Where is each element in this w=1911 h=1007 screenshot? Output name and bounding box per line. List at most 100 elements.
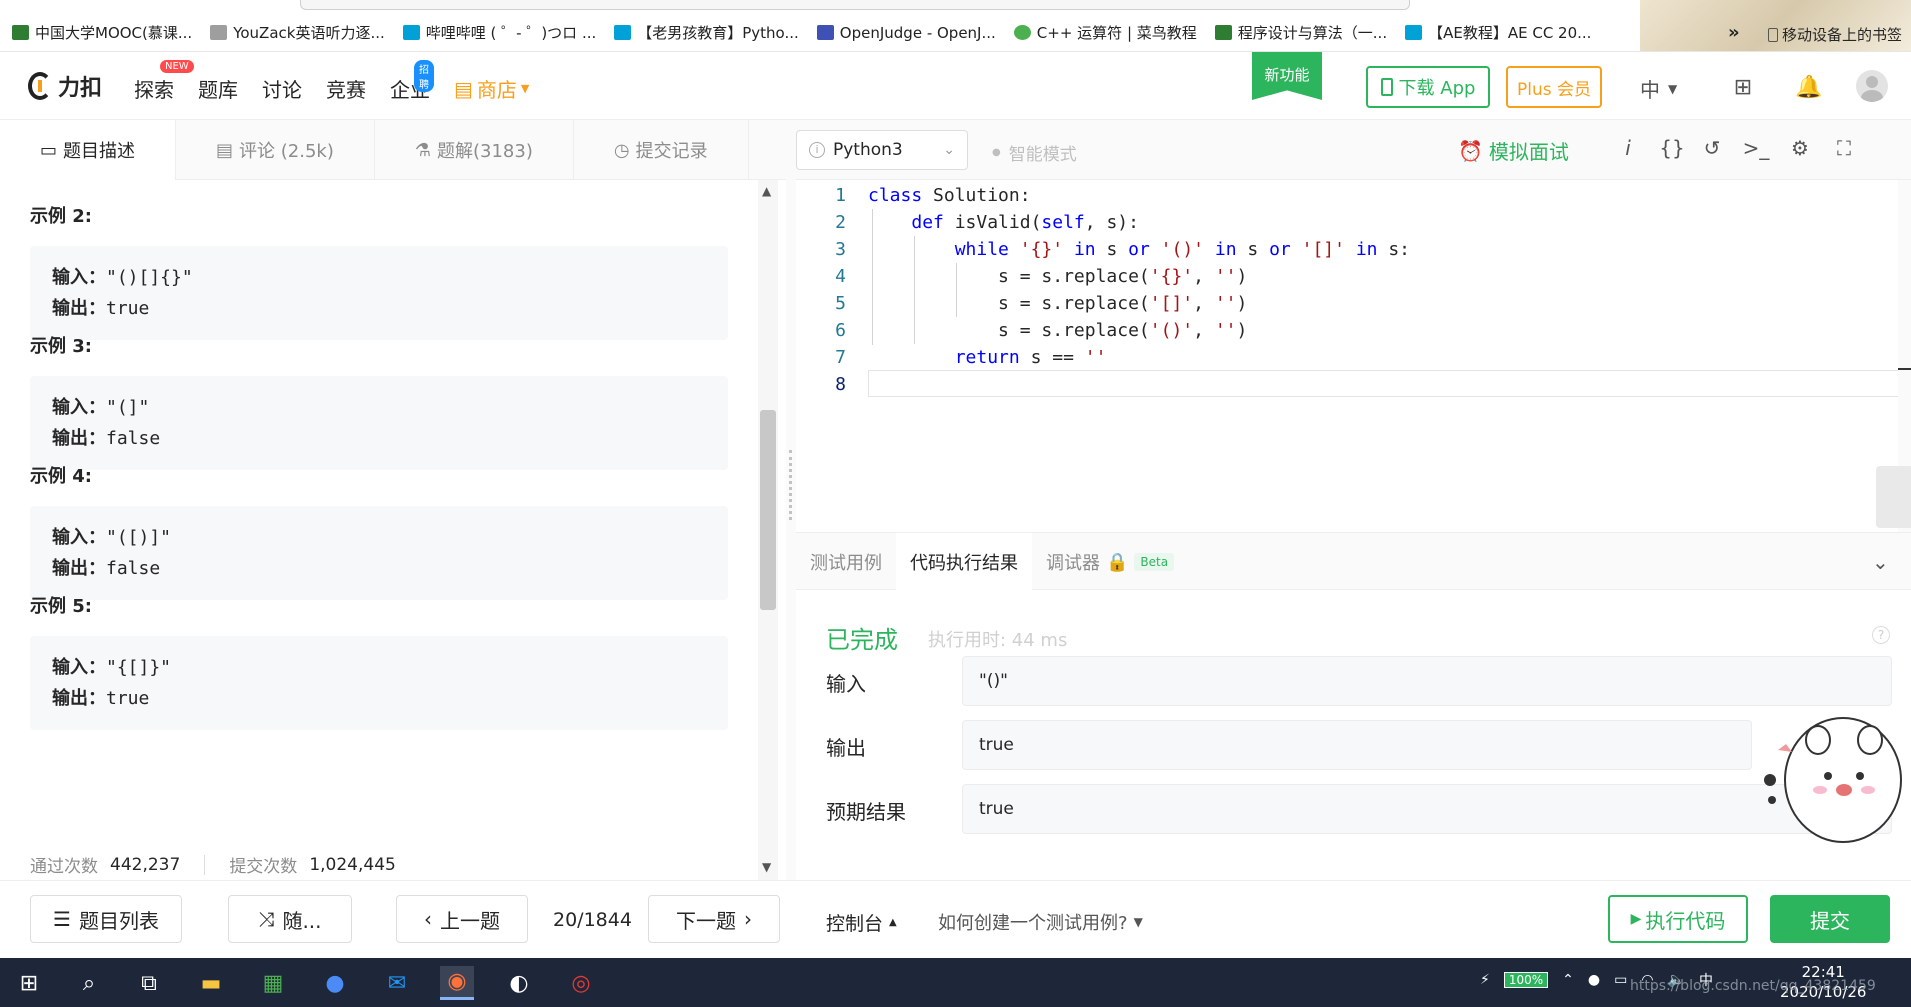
reset-icon[interactable]: ↺ [1698, 136, 1726, 160]
gear-icon[interactable]: ⚙ [1786, 136, 1814, 160]
bookmark-oldboy[interactable]: 【老男孩教育】Pytho... [614, 22, 799, 43]
network-icon[interactable]: ▭ [1614, 972, 1627, 988]
leetcode-logo[interactable]: 力扣 [28, 70, 102, 102]
code-line: 3 while '{}' in s or '()' in s or '[]' i… [835, 239, 1411, 260]
nav-explore[interactable]: 探索 NEW [134, 60, 194, 103]
bookmark-bilibili[interactable]: 哔哩哔哩 ( ゜- ゜)つロ ... [402, 22, 596, 43]
l-app-icon[interactable]: ● [318, 966, 352, 1000]
store-icon: ▤ [454, 76, 473, 101]
bookmark-openjudge[interactable]: OpenJudge - OpenJ... [816, 22, 996, 43]
bilibili-icon [614, 25, 632, 40]
address-bar-edge [300, 0, 1410, 10]
mock-interview-button[interactable]: ⏰ 模拟面试 [1458, 136, 1569, 165]
tab-comments[interactable]: ▤ 评论 (2.5k) [176, 120, 375, 180]
beta-badge: Beta [1134, 553, 1175, 571]
language-switch[interactable]: 中 ▼ [1640, 74, 1677, 103]
chevron-down-icon[interactable]: ⌄ [1872, 550, 1889, 574]
info-italic-icon[interactable]: i [1614, 136, 1642, 160]
problem-list-button[interactable]: ☰ 题目列表 [30, 895, 182, 943]
output-value: true [962, 720, 1752, 770]
nav-contest[interactable]: 竞赛 [326, 74, 366, 103]
panel-splitter[interactable] [786, 120, 796, 880]
chevron-left-icon: ‹ [424, 907, 432, 931]
bookmark-ae[interactable]: 【AE教程】AE CC 20... [1405, 22, 1591, 43]
execution-time: 执行用时: 44 ms [928, 630, 1068, 651]
mail-icon[interactable]: ✉ [380, 966, 414, 1000]
bookmark-mooc[interactable]: 中国大学MOOC(慕课... [12, 22, 192, 43]
app-icon[interactable]: ◐ [502, 966, 536, 1000]
result-status: 已完成 [826, 626, 898, 654]
scroll-down-icon[interactable]: ▼ [762, 860, 771, 874]
chevron-up-icon[interactable]: ⌃ [1562, 972, 1574, 988]
nav-problems[interactable]: 题库 [198, 74, 238, 103]
example-title: 示例 2: [30, 206, 92, 227]
chevron-right-icon: › [744, 907, 752, 931]
mobile-bookmarks[interactable]: 移动设备上的书签 [1768, 24, 1902, 45]
lock-icon: 🔒 [1106, 551, 1129, 573]
problem-index: 20/1844 [553, 909, 632, 931]
submission-stats: 通过次数 442,237 提交次数 1,024,445 [30, 854, 396, 877]
prev-problem-button[interactable]: ‹ 上一题 [396, 895, 528, 943]
smart-mode-toggle[interactable]: ● 智能模式 [992, 140, 1077, 165]
divider [204, 854, 206, 875]
code-editor[interactable]: 1 class Solution: 2 def isValid(self, s):… [796, 180, 1911, 532]
avatar[interactable] [1856, 70, 1888, 102]
nav-discuss[interactable]: 讨论 [262, 74, 302, 103]
terminal-icon[interactable]: >_ [1742, 136, 1770, 160]
language-select[interactable]: i Python3 ⌄ [796, 130, 968, 170]
chevron-down-icon: ▼ [520, 82, 530, 95]
braces-icon[interactable]: {} [1658, 136, 1686, 160]
tab-testcase[interactable]: 测试用例 [796, 533, 896, 591]
bell-icon[interactable]: 🔔 [1794, 72, 1824, 102]
nav-enterprise[interactable]: 企业 招聘 [390, 60, 434, 103]
battery-indicator[interactable]: 100% [1503, 972, 1549, 988]
example-title: 示例 4: [30, 466, 92, 487]
bookmarks-more-button[interactable]: » [1728, 22, 1740, 43]
submitted-count: 1,024,445 [309, 854, 396, 875]
description-scrollbar[interactable]: ▲ ▼ [758, 180, 778, 880]
scroll-thumb[interactable] [760, 410, 776, 610]
bookmark-icon [210, 25, 228, 40]
tab-debugger[interactable]: 调试器 🔒 Beta [1032, 533, 1188, 591]
bookmark-icon [1214, 25, 1232, 40]
shuffle-icon: ⤨ [258, 907, 275, 931]
bookmark-algorithm[interactable]: 程序设计与算法（一... [1214, 22, 1387, 43]
tab-solutions[interactable]: ⚗ 题解(3183) [375, 120, 574, 180]
bookmarks-bar: 中国大学MOOC(慕课... YouZack英语听力逐... 哔哩哔哩 ( ゜-… [0, 0, 1911, 52]
run-code-button[interactable]: ▶ 执行代码 [1608, 895, 1748, 943]
random-button[interactable]: ⤨ 随... [228, 895, 352, 943]
fullscreen-icon[interactable]: ⛶ [1830, 136, 1858, 160]
example-box: 输入："([)]" 输出：false [30, 506, 728, 600]
tab-submissions[interactable]: ◷ 提交记录 [574, 120, 749, 180]
openjudge-icon [816, 25, 834, 40]
help-icon[interactable]: ? [1872, 626, 1890, 644]
firefox-icon[interactable]: ◉ [440, 966, 474, 1000]
download-app-button[interactable]: 下载 App [1366, 66, 1490, 108]
tab-description[interactable]: ▭ 题目描述 [0, 120, 177, 180]
submit-button[interactable]: 提交 [1770, 895, 1890, 943]
example-box: 输入："(]" 输出：false [30, 376, 728, 470]
next-problem-button[interactable]: 下一题 › [648, 895, 780, 943]
plus-member-button[interactable]: Plus 会员 [1506, 66, 1602, 108]
tab-result[interactable]: 代码执行结果 [896, 533, 1032, 591]
windows-start-icon[interactable]: ⊞ [12, 966, 46, 1000]
search-icon[interactable]: ⌕ [72, 966, 106, 1000]
nav-store[interactable]: ▤ 商店 ▼ [454, 74, 529, 103]
scroll-up-icon[interactable]: ▲ [762, 184, 771, 198]
example-title: 示例 3: [30, 336, 92, 357]
store-app-icon[interactable]: ▦ [256, 966, 290, 1000]
code-line: 6 s = s.replace('()', '') [835, 320, 1248, 341]
side-panel-button[interactable] [1876, 466, 1911, 528]
qq-icon[interactable]: ● [1588, 972, 1600, 988]
bookmark-runoob[interactable]: C++ 运算符 | 菜鸟教程 [1013, 22, 1197, 43]
code-playground-icon[interactable]: ⊞ [1728, 72, 1758, 102]
code-line: 1 class Solution: [835, 185, 1031, 206]
task-view-icon[interactable]: ⧉ [132, 966, 166, 1000]
file-explorer-icon[interactable]: ▬ [194, 966, 228, 1000]
power-icon[interactable]: ⚡ [1480, 972, 1490, 988]
phone-icon [1380, 78, 1393, 96]
howto-testcase-link[interactable]: 如何创建一个测试用例? ▼ [938, 909, 1143, 935]
netease-music-icon[interactable]: ◎ [564, 966, 598, 1000]
bookmark-youzack[interactable]: YouZack英语听力逐... [210, 22, 385, 43]
console-toggle[interactable]: 控制台 ▲ [826, 909, 897, 936]
